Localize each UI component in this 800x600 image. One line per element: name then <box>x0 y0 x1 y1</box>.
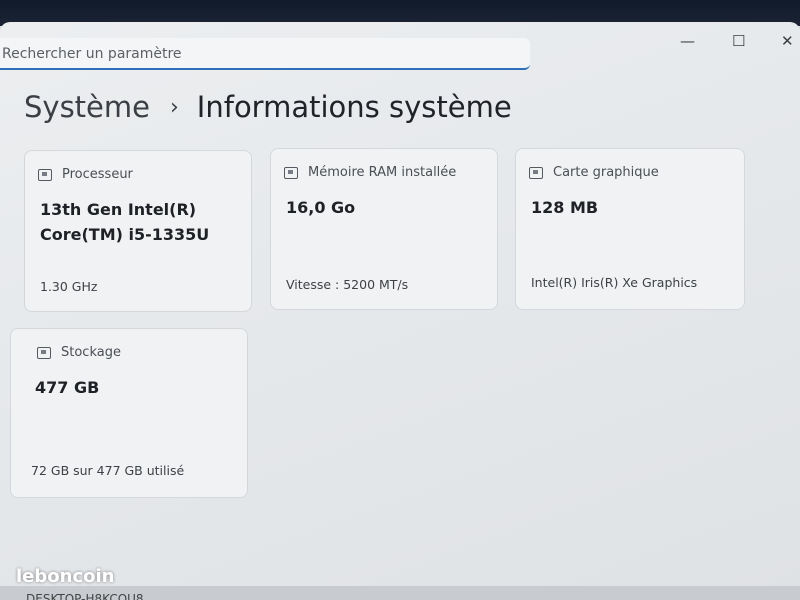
processor-icon <box>38 168 52 181</box>
search-input[interactable]: Rechercher un paramètre <box>0 38 530 70</box>
page-title: Informations système <box>196 90 512 124</box>
memory-icon <box>284 166 298 179</box>
gpu-title: Carte graphique <box>553 165 659 180</box>
breadcrumb-parent[interactable]: Système <box>24 90 150 124</box>
minimize-button[interactable]: — <box>680 32 695 50</box>
processor-detail: 1.30 GHz <box>40 279 98 294</box>
gpu-card: Carte graphique 128 MB Intel(R) Iris(R) … <box>515 148 745 310</box>
ram-value: 16,0 Go <box>286 198 356 217</box>
processor-value: 13th Gen Intel(R) Core(TM) i5-1335U <box>40 200 210 244</box>
ram-title: Mémoire RAM installée <box>308 165 457 180</box>
gpu-icon <box>529 166 543 179</box>
device-name: DESKTOP-H8KCOU8 <box>26 592 144 600</box>
gpu-detail: Intel(R) Iris(R) Xe Graphics <box>531 275 698 290</box>
gpu-value: 128 MB <box>531 198 599 217</box>
storage-detail: 72 GB sur 477 GB utilisé <box>31 463 185 478</box>
close-button[interactable]: ✕ <box>781 32 794 50</box>
maximize-button[interactable]: ☐ <box>732 32 745 50</box>
breadcrumb: Système › Informations système <box>24 90 512 124</box>
settings-window: Rechercher un paramètre — ☐ ✕ Système › … <box>0 22 800 600</box>
storage-title: Stockage <box>61 345 121 360</box>
ram-card: Mémoire RAM installée 16,0 Go Vitesse : … <box>270 148 498 310</box>
storage-icon <box>37 346 51 359</box>
ram-detail: Vitesse : 5200 MT/s <box>286 277 409 292</box>
device-name-strip: DESKTOP-H8KCOU8 <box>0 586 800 600</box>
storage-card: Stockage 477 GB 72 GB sur 477 GB utilisé <box>10 328 248 498</box>
leboncoin-watermark: leboncoin <box>16 566 115 587</box>
chevron-right-icon: › <box>169 94 179 120</box>
processor-card: Processeur 13th Gen Intel(R) Core(TM) i5… <box>24 150 252 312</box>
storage-value: 477 GB <box>35 378 100 397</box>
processor-title: Processeur <box>62 167 133 182</box>
